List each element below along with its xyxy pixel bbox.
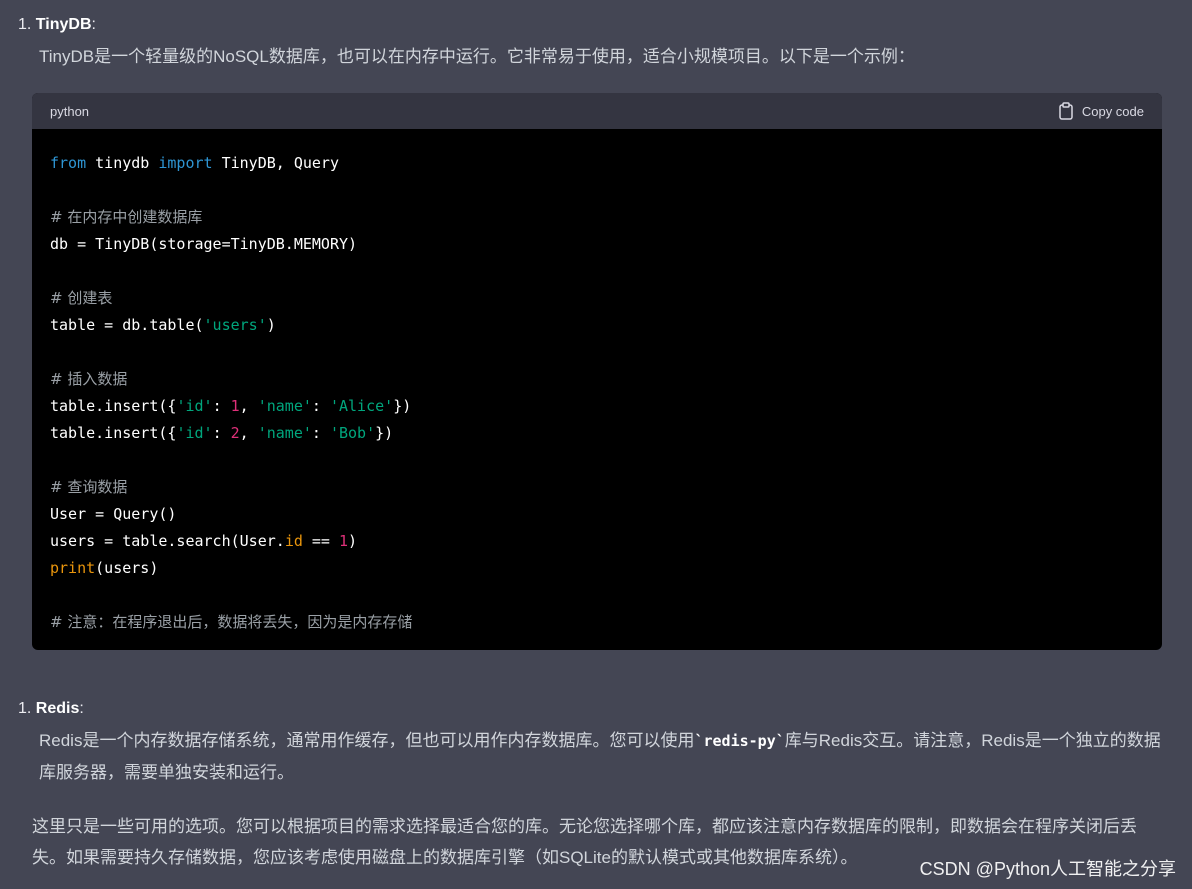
redis-description-text: Redis是一个内存数据存储系统，通常用作缓存，但也可以用作内存数据库。您可以使…: [39, 731, 695, 750]
code-comment: # 查询数据: [50, 478, 128, 496]
code-token: table.insert({: [50, 397, 177, 415]
code-token: :: [212, 424, 231, 442]
code-token: :: [212, 397, 231, 415]
code-line: # 创建表: [50, 285, 1144, 312]
code-token-builtin: print: [50, 559, 96, 577]
code-token-string: 'Bob': [329, 424, 376, 442]
code-language-label: python: [50, 103, 90, 119]
code-token: }): [393, 397, 412, 415]
code-line: print(users): [50, 555, 1144, 582]
watermark: CSDN @Python人工智能之分享: [919, 859, 1176, 879]
code-token: table.insert({: [50, 424, 177, 442]
code-line: # 插入数据: [50, 366, 1144, 393]
code-token-number: 1: [230, 397, 240, 415]
code-line: db = TinyDB(storage=TinyDB.MEMORY): [50, 231, 1144, 258]
code-token-keyword: from: [50, 154, 87, 172]
code-token-string: 'name': [257, 397, 312, 415]
code-line: users = table.search(User.id == 1): [50, 528, 1144, 555]
tinydb-description: TinyDB是一个轻量级的NoSQL数据库，也可以在内存中运行。它非常易于使用，…: [39, 41, 1162, 72]
code-token: ): [266, 316, 276, 334]
code-token: :: [311, 424, 330, 442]
redis-description: Redis是一个内存数据存储系统，通常用作缓存，但也可以用作内存数据库。您可以使…: [39, 725, 1162, 788]
item-colon: :: [79, 700, 84, 717]
code-token: db = TinyDB(storage=TinyDB.MEMORY): [50, 235, 358, 253]
list-item-redis-heading: 1. Redis:: [18, 698, 84, 720]
copy-code-label: Copy code: [1081, 103, 1144, 119]
code-header: python Copy code: [32, 93, 1162, 129]
code-comment: # 在内存中创建数据库: [50, 208, 203, 226]
code-token: (users): [95, 559, 159, 577]
code-token-string: 'Alice': [329, 397, 394, 415]
item-title: Redis: [35, 700, 80, 717]
code-token-string: 'name': [257, 424, 312, 442]
code-token: table = db.table(: [50, 316, 204, 334]
code-comment: # 插入数据: [50, 370, 128, 388]
code-token: ,: [239, 424, 258, 442]
code-comment: # 创建表: [50, 289, 113, 307]
code-body[interactable]: from tinydb import TinyDB, Query # 在内存中创建…: [32, 129, 1162, 636]
code-line: # 查询数据: [50, 474, 1144, 501]
code-token: ,: [239, 397, 258, 415]
code-token-string: 'id': [176, 424, 213, 442]
code-token: :: [311, 397, 330, 415]
code-line: table.insert({'id': 2, 'name': 'Bob'}): [50, 420, 1144, 447]
code-token-string: 'id': [176, 397, 213, 415]
code-block: python Copy code from tinydb import Tiny…: [32, 93, 1162, 650]
item-title: TinyDB: [35, 16, 92, 33]
tinydb-description-text: TinyDB是一个轻量级的NoSQL数据库，也可以在内存中运行。它非常易于使用，…: [39, 47, 915, 66]
code-token: }): [375, 424, 394, 442]
list-item-tinydb-heading: 1. TinyDB:: [18, 14, 96, 36]
list-number: 1.: [18, 16, 32, 33]
item-colon: :: [91, 16, 96, 33]
code-line: from tinydb import TinyDB, Query: [50, 150, 1144, 177]
code-token: User = Query(): [50, 505, 177, 523]
code-comment: # 注意：在程序退出后，数据将丢失，因为是内存存储: [50, 613, 413, 631]
list-number: 1.: [18, 700, 32, 717]
code-token: TinyDB, Query: [212, 154, 339, 172]
code-line: table = db.table('users'): [50, 312, 1144, 339]
code-token: tinydb: [86, 154, 159, 172]
copy-code-button[interactable]: Copy code: [1058, 102, 1144, 120]
clipboard-icon: [1058, 102, 1074, 120]
code-line: User = Query(): [50, 501, 1144, 528]
code-line: # 注意：在程序退出后，数据将丢失，因为是内存存储: [50, 609, 1144, 636]
code-token-string: 'users': [203, 316, 267, 334]
code-token-keyword: import: [158, 154, 213, 172]
code-token: ): [348, 532, 358, 550]
code-line: # 在内存中创建数据库: [50, 204, 1144, 231]
code-token: users = table.search(User.: [50, 532, 285, 550]
code-token-number: 2: [230, 424, 240, 442]
code-token-attribute: id: [284, 532, 303, 550]
code-token: ==: [302, 532, 339, 550]
code-token-number: 1: [339, 532, 349, 550]
inline-code: `redis-py`: [694, 732, 785, 750]
code-line: table.insert({'id': 1, 'name': 'Alice'}): [50, 393, 1144, 420]
